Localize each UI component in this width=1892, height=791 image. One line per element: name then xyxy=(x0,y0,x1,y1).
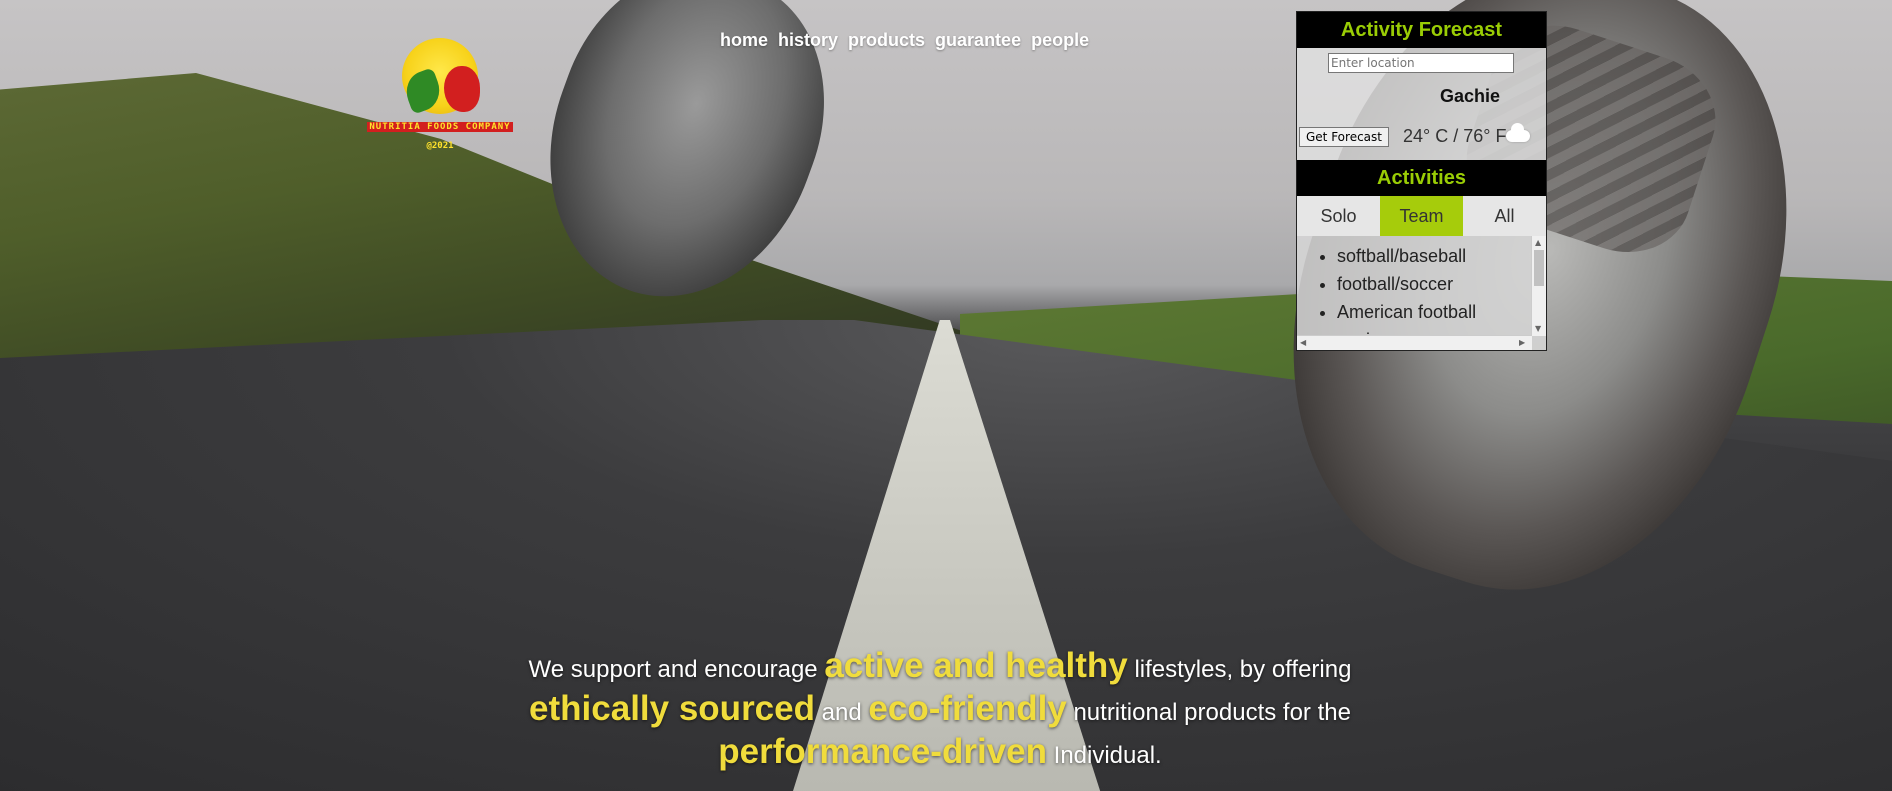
location-input[interactable] xyxy=(1328,53,1514,73)
scroll-right-icon[interactable]: ▶ xyxy=(1519,336,1525,350)
activity-list[interactable]: softball/baseball football/soccer Americ… xyxy=(1297,236,1546,350)
get-forecast-button[interactable]: Get Forecast xyxy=(1299,127,1389,147)
cloud-icon xyxy=(1506,123,1530,142)
tagline-text: and xyxy=(821,699,862,726)
scroll-up-icon[interactable]: ▲ xyxy=(1535,236,1541,250)
tab-all[interactable]: All xyxy=(1463,196,1546,236)
activity-tabs: Solo Team All xyxy=(1297,196,1546,236)
logo-company-name: NUTRITIA FOODS COMPANY xyxy=(367,122,513,132)
nav-people[interactable]: people xyxy=(1031,30,1089,51)
list-item: softball/baseball xyxy=(1337,242,1546,270)
hero-tagline: We support and encourage active and heal… xyxy=(490,646,1390,775)
tagline-text: nutritional products for the xyxy=(1073,699,1351,726)
vertical-scrollbar[interactable]: ▲ ▼ xyxy=(1531,236,1546,336)
scroll-down-icon[interactable]: ▼ xyxy=(1535,322,1541,336)
tagline-highlight: eco-friendly xyxy=(868,689,1067,728)
scrollbar-thumb[interactable] xyxy=(1534,250,1544,286)
logo-pepper-icon xyxy=(444,66,480,112)
tagline-text: lifestyles, by offering xyxy=(1134,656,1352,683)
nav-history[interactable]: history xyxy=(778,30,838,51)
forecast-panel: Gachie Get Forecast 24° C / 76° F xyxy=(1297,48,1546,160)
forecast-title: Activity Forecast xyxy=(1297,12,1546,48)
horizontal-scrollbar[interactable]: ◀ ▶ xyxy=(1297,335,1532,350)
tagline-highlight: performance-driven xyxy=(718,732,1047,771)
scroll-left-icon[interactable]: ◀ xyxy=(1300,336,1306,350)
nav-home[interactable]: home xyxy=(720,30,768,51)
logo-year: @2021 xyxy=(426,141,454,151)
forecast-city: Gachie xyxy=(1440,86,1501,106)
logo[interactable]: NUTRITIA FOODS COMPANY @2021 xyxy=(360,38,520,152)
forecast-temperature: 24° C / 76° F xyxy=(1403,126,1507,146)
tagline-text: We support and encourage xyxy=(528,656,818,683)
tab-solo[interactable]: Solo xyxy=(1297,196,1380,236)
nav-products[interactable]: products xyxy=(848,30,925,51)
tagline-highlight: active and healthy xyxy=(824,646,1128,685)
logo-sun-icon xyxy=(400,38,480,115)
list-item: football/soccer xyxy=(1337,270,1546,298)
logo-leaf-icon xyxy=(400,67,446,115)
tab-team[interactable]: Team xyxy=(1380,196,1463,236)
activities-title: Activities xyxy=(1297,160,1546,196)
activity-widget: Activity Forecast Gachie Get Forecast 24… xyxy=(1296,11,1547,351)
main-nav: home history products guarantee people xyxy=(720,30,1089,51)
nav-guarantee[interactable]: guarantee xyxy=(935,30,1021,51)
tagline-text: Individual. xyxy=(1053,742,1162,769)
list-item: American football xyxy=(1337,298,1546,326)
tagline-highlight: ethically sourced xyxy=(529,689,815,728)
